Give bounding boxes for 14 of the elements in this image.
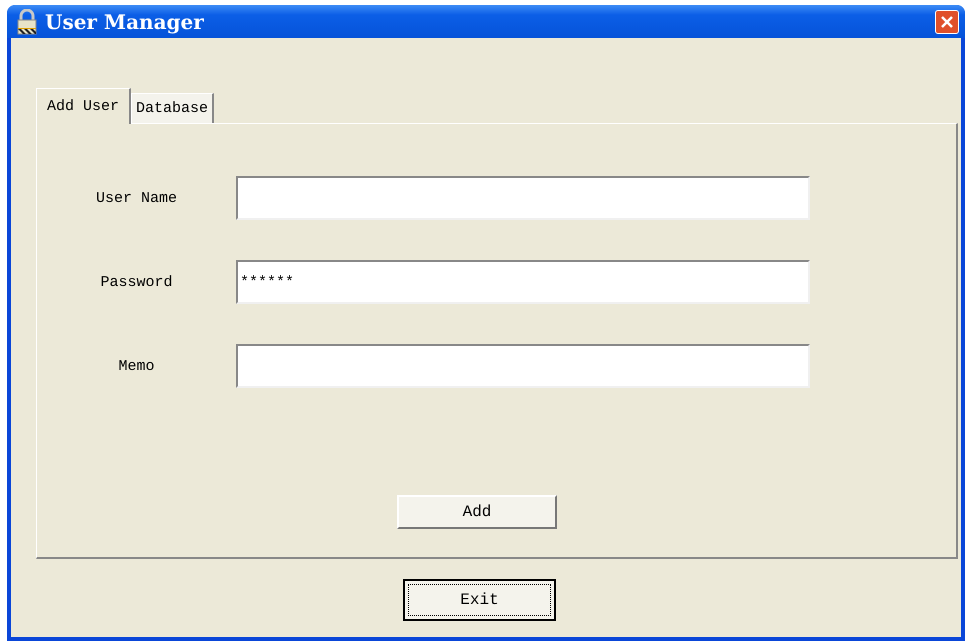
close-button[interactable]: [935, 10, 959, 34]
window-title: User Manager: [45, 10, 205, 34]
exit-button[interactable]: Exit: [403, 579, 556, 621]
field-label: Memo: [117, 358, 156, 374]
input-field[interactable]: ******: [236, 260, 810, 304]
field-label: Password: [99, 274, 174, 290]
field-label: User Name: [94, 190, 178, 206]
close-icon: [940, 14, 954, 28]
padlock-icon: [15, 8, 39, 34]
tab[interactable]: Add User: [36, 88, 132, 124]
add-button[interactable]: Add: [397, 495, 557, 529]
tab[interactable]: Database: [131, 93, 214, 123]
input-field[interactable]: [236, 176, 810, 220]
input-field[interactable]: [236, 344, 810, 388]
